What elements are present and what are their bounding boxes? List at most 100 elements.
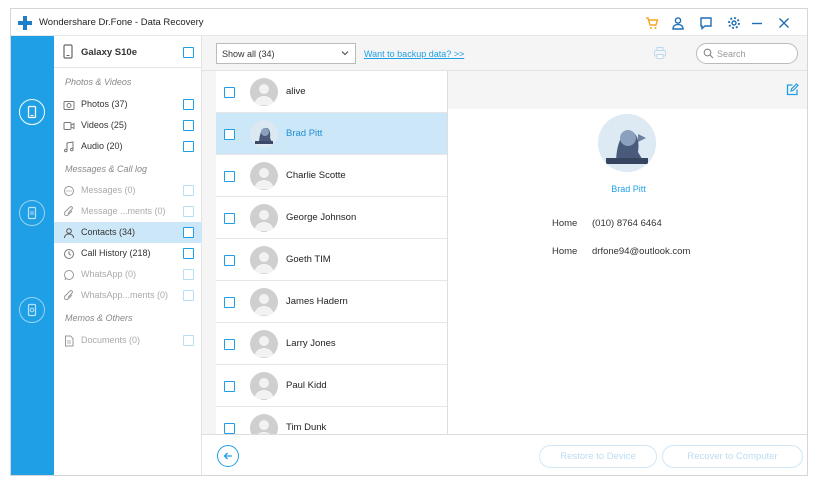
print-icon[interactable] bbox=[653, 46, 667, 60]
contact-name: James Hadern bbox=[286, 296, 348, 307]
device-select-all-checkbox[interactable] bbox=[183, 47, 194, 58]
avatar-placeholder-icon bbox=[250, 372, 278, 400]
contact-row[interactable]: alive bbox=[216, 71, 447, 113]
avatar-placeholder-icon bbox=[250, 162, 278, 190]
avatar-placeholder-icon bbox=[250, 246, 278, 274]
contact-checkbox[interactable] bbox=[224, 213, 235, 224]
clock-icon bbox=[64, 249, 74, 259]
category-checkbox[interactable] bbox=[183, 248, 194, 259]
contact-name: Brad Pitt bbox=[286, 128, 323, 139]
category-checkbox[interactable] bbox=[183, 99, 194, 110]
minimize-icon[interactable] bbox=[748, 14, 766, 32]
category-photos[interactable]: Photos (37) bbox=[54, 94, 202, 115]
category-label: Call History (218) bbox=[81, 248, 151, 258]
feedback-icon[interactable] bbox=[697, 14, 715, 32]
contact-checkbox[interactable] bbox=[224, 381, 235, 392]
group-heading-photos: Photos & Videos bbox=[65, 77, 132, 87]
category-checkbox[interactable] bbox=[183, 120, 194, 131]
category-panel: Galaxy S10e Photos & Videos Photos (37) … bbox=[54, 36, 202, 475]
category-label: Message ...ments (0) bbox=[81, 206, 166, 216]
footer-bar: Restore to Device Recover to Computer bbox=[202, 434, 807, 475]
avatar-photo-icon bbox=[250, 120, 278, 148]
category-documents[interactable]: Documents (0) bbox=[54, 330, 202, 351]
category-whatsapp[interactable]: WhatsApp (0) bbox=[54, 264, 202, 285]
user-icon[interactable] bbox=[669, 14, 687, 32]
whatsapp-icon bbox=[64, 270, 74, 281]
category-message-attachments[interactable]: Message ...ments (0) bbox=[54, 201, 202, 222]
contact-checkbox[interactable] bbox=[224, 339, 235, 350]
category-checkbox[interactable] bbox=[183, 269, 194, 280]
category-label: WhatsApp (0) bbox=[81, 269, 137, 279]
category-checkbox[interactable] bbox=[183, 141, 194, 152]
contact-name: alive bbox=[286, 86, 306, 97]
drfone-logo-icon bbox=[18, 16, 32, 30]
app-title: Wondershare Dr.Fone - Data Recovery bbox=[39, 17, 204, 28]
close-icon[interactable] bbox=[775, 14, 793, 32]
arrow-left-icon bbox=[223, 452, 232, 460]
phone-type-label: Home bbox=[552, 218, 578, 229]
contact-checkbox[interactable] bbox=[224, 423, 235, 434]
music-note-icon bbox=[64, 141, 74, 153]
contact-checkbox[interactable] bbox=[224, 129, 235, 140]
recover-to-computer-button[interactable]: Recover to Computer bbox=[662, 445, 803, 468]
settings-icon[interactable] bbox=[725, 14, 743, 32]
contact-row[interactable]: Brad Pitt bbox=[216, 113, 447, 155]
group-heading-messages: Messages & Call log bbox=[65, 164, 148, 174]
category-messages[interactable]: Messages (0) bbox=[54, 180, 202, 201]
edit-icon[interactable] bbox=[786, 83, 799, 96]
backup-recovery-icon[interactable] bbox=[19, 200, 45, 226]
category-call-history[interactable]: Call History (218) bbox=[54, 243, 202, 264]
category-checkbox[interactable] bbox=[183, 206, 194, 217]
category-contacts[interactable]: Contacts (34) bbox=[54, 222, 202, 243]
category-videos[interactable]: Videos (25) bbox=[54, 115, 202, 136]
filter-dropdown[interactable]: Show all (34) bbox=[216, 43, 356, 64]
avatar-placeholder-icon bbox=[250, 78, 278, 106]
backup-link[interactable]: Want to backup data? >> bbox=[364, 49, 464, 59]
category-checkbox[interactable] bbox=[183, 335, 194, 346]
search-input[interactable]: Search bbox=[696, 43, 798, 64]
contact-row[interactable]: Charlie Scotte bbox=[216, 155, 447, 197]
list-toolbar: Show all (34) Want to backup data? >> Se… bbox=[202, 36, 807, 71]
contact-checkbox[interactable] bbox=[224, 255, 235, 266]
list-gutter bbox=[202, 71, 216, 434]
search-icon bbox=[703, 48, 714, 59]
cart-icon[interactable] bbox=[643, 14, 661, 32]
message-icon bbox=[64, 186, 74, 196]
avatar-placeholder-icon bbox=[250, 414, 278, 434]
phone-icon bbox=[63, 44, 73, 59]
category-label: WhatsApp...ments (0) bbox=[81, 290, 169, 300]
back-button[interactable] bbox=[217, 445, 239, 467]
device-name: Galaxy S10e bbox=[81, 47, 137, 58]
contact-checkbox[interactable] bbox=[224, 87, 235, 98]
category-label: Messages (0) bbox=[81, 185, 136, 195]
contact-row[interactable]: Tim Dunk bbox=[216, 407, 447, 434]
device-recovery-icon[interactable] bbox=[19, 99, 45, 125]
group-heading-memos: Memos & Others bbox=[65, 313, 133, 323]
contact-row[interactable]: Larry Jones bbox=[216, 323, 447, 365]
contact-row[interactable]: Paul Kidd bbox=[216, 365, 447, 407]
restore-to-device-button[interactable]: Restore to Device bbox=[539, 445, 657, 468]
avatar-placeholder-icon bbox=[250, 204, 278, 232]
app-window: Wondershare Dr.Fone - Data Recovery Gala… bbox=[10, 8, 808, 476]
contact-row[interactable]: Goeth TIM bbox=[216, 239, 447, 281]
cloud-recovery-icon[interactable] bbox=[19, 297, 45, 323]
contact-row[interactable]: George Johnson bbox=[216, 197, 447, 239]
phone-value: (010) 8764 6464 bbox=[592, 218, 662, 229]
contact-row[interactable]: James Hadern bbox=[216, 281, 447, 323]
category-checkbox[interactable] bbox=[183, 227, 194, 238]
contact-name: Larry Jones bbox=[286, 338, 336, 349]
contact-name: Goeth TIM bbox=[286, 254, 331, 265]
avatar-placeholder-icon bbox=[250, 330, 278, 358]
attachment-icon bbox=[63, 206, 73, 217]
contact-name: Charlie Scotte bbox=[286, 170, 346, 181]
contact-list: alive Brad Pitt Charlie Scotte George Jo… bbox=[216, 71, 448, 434]
category-whatsapp-attachments[interactable]: WhatsApp...ments (0) bbox=[54, 285, 202, 306]
attachment-icon bbox=[63, 290, 73, 301]
device-row: Galaxy S10e bbox=[54, 36, 202, 68]
contact-checkbox[interactable] bbox=[224, 171, 235, 182]
category-checkbox[interactable] bbox=[183, 290, 194, 301]
category-label: Photos (37) bbox=[81, 99, 128, 109]
category-checkbox[interactable] bbox=[183, 185, 194, 196]
category-audio[interactable]: Audio (20) bbox=[54, 136, 202, 157]
contact-checkbox[interactable] bbox=[224, 297, 235, 308]
